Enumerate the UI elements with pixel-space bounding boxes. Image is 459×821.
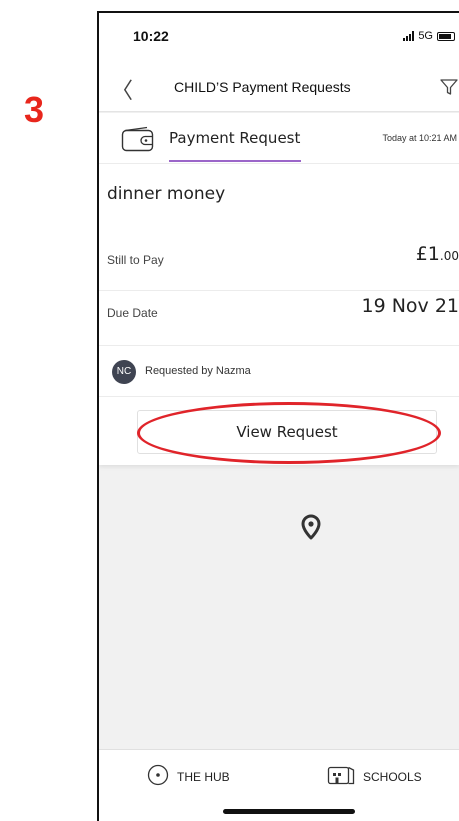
card-timestamp: Today at 10:21 AM <box>382 133 457 143</box>
card-type-label: Payment Request <box>169 129 301 147</box>
tab-bar: THE HUB SCHOOLS <box>99 749 459 821</box>
step-number: 3 <box>24 89 45 130</box>
school-building-icon <box>327 764 355 790</box>
view-request-button[interactable]: View Request <box>137 410 437 454</box>
card-type-underline <box>169 160 301 162</box>
request-title: dinner money <box>107 184 226 204</box>
card-header: Payment Request Today at 10:21 AM <box>99 113 459 163</box>
payment-request-card: Payment Request Today at 10:21 AM dinner… <box>99 113 459 465</box>
divider <box>99 163 459 164</box>
due-date-value: 19 Nov 21 <box>361 295 459 317</box>
battery-icon <box>437 31 455 41</box>
divider <box>99 345 459 346</box>
nav-bar: 〈 CHILD’S Payment Requests <box>99 65 459 112</box>
amount-value: £1.00 <box>416 243 459 265</box>
still-to-pay-label: Still to Pay <box>107 253 164 267</box>
network-label: 5G <box>418 30 433 42</box>
divider <box>99 290 459 291</box>
amount-pence: .00 <box>439 249 459 263</box>
home-indicator[interactable] <box>223 809 355 814</box>
status-indicators: 5G <box>403 30 455 42</box>
hub-circle-icon <box>147 764 169 790</box>
location-pin-icon <box>300 514 322 544</box>
status-time: 10:22 <box>133 28 169 44</box>
due-date-label: Due Date <box>107 306 158 320</box>
amount-main: £1 <box>415 243 440 265</box>
tab-schools[interactable]: SCHOOLS <box>327 764 422 790</box>
tab-label: THE HUB <box>177 770 230 784</box>
requester-row: NC Requested by Nazma <box>99 358 459 398</box>
filter-icon[interactable] <box>439 77 459 101</box>
wallet-icon <box>121 126 155 156</box>
chevron-left-icon[interactable]: 〈 <box>111 73 133 105</box>
phone-screen: 10:22 5G 〈 CHILD’S Payment Requests Paym… <box>97 11 459 821</box>
tab-the-hub[interactable]: THE HUB <box>147 764 230 790</box>
status-bar: 10:22 5G <box>99 13 459 65</box>
signal-icon <box>403 31 415 41</box>
avatar: NC <box>112 360 136 384</box>
page-title: CHILD’S Payment Requests <box>174 79 351 95</box>
requested-by-text: Requested by Nazma <box>145 365 251 377</box>
tab-label: SCHOOLS <box>363 770 422 784</box>
divider <box>99 396 459 397</box>
